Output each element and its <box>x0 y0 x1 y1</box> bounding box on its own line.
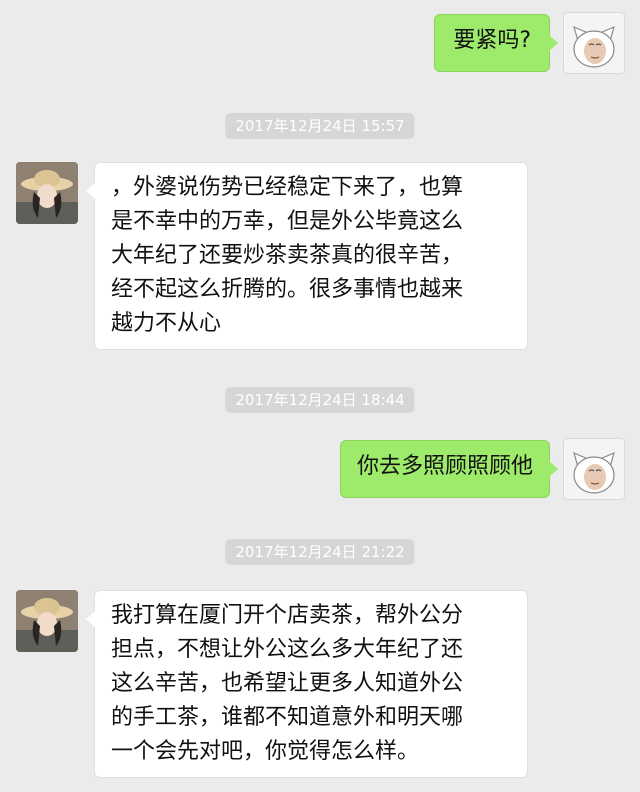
message-text: 你去多照顾照顾他 <box>356 454 533 479</box>
chat-window: 要紧吗? 2017年12月24日 15:57 ，外婆说伤势已经稳定下来了，也算 … <box>0 0 640 792</box>
timestamp: 2017年12月24日 21:22 <box>225 539 415 565</box>
my-avatar-icon[interactable] <box>563 12 625 74</box>
timestamp: 2017年12月24日 15:57 <box>225 113 415 139</box>
message-text: 我打算在厦门开个店卖茶，帮外公分 担点，不想让外公这么多大年纪了还 这么辛苦，也… <box>111 603 464 764</box>
contact-avatar-icon[interactable] <box>16 162 78 224</box>
message-text: ，外婆说伤势已经稳定下来了，也算 是不幸中的万幸，但是外公毕竟这么 大年纪了还要… <box>111 175 464 336</box>
contact-avatar-icon[interactable] <box>16 590 78 652</box>
message-bubble-sent[interactable]: 你去多照顾照顾他 <box>339 440 559 498</box>
timestamp: 2017年12月24日 18:44 <box>225 387 415 413</box>
message-bubble-received[interactable]: ，外婆说伤势已经稳定下来了，也算 是不幸中的万幸，但是外公毕竟这么 大年纪了还要… <box>86 162 528 350</box>
message-bubble-received[interactable]: 我打算在厦门开个店卖茶，帮外公分 担点，不想让外公这么多大年纪了还 这么辛苦，也… <box>86 590 528 778</box>
message-bubble-sent[interactable]: 要紧吗? <box>434 14 558 72</box>
my-avatar-icon[interactable] <box>563 438 625 500</box>
message-text: 要紧吗? <box>453 28 531 53</box>
